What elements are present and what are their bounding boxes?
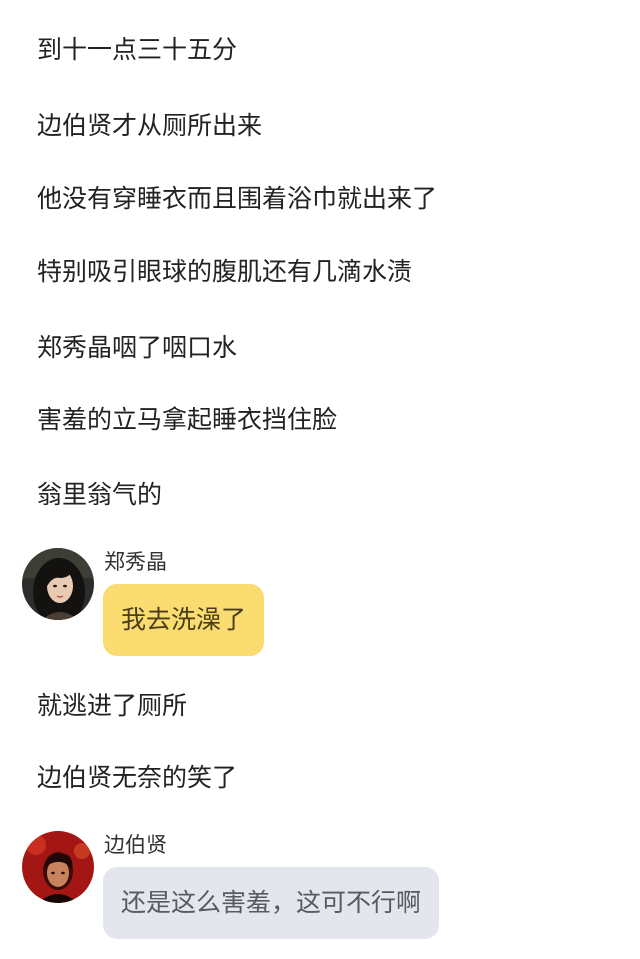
story-line: 郑秀晶咽了咽口水 (37, 333, 238, 362)
message-bubble: 我去洗澡了 (103, 584, 265, 656)
story-line: 特别吸引眼球的腹肌还有几滴水渍 (37, 257, 413, 286)
story-line: 到十一点三十五分 (37, 35, 238, 64)
message-bubble: 还是这么害羞，这可不行啊 (103, 867, 440, 939)
avatar[interactable] (22, 548, 94, 620)
sender-name: 郑秀晶 (104, 550, 167, 574)
female-avatar-photo-icon (22, 548, 94, 620)
story-line: 边伯贤无奈的笑了 (37, 763, 238, 792)
male-avatar-photo-icon (22, 831, 94, 903)
sender-name: 边伯贤 (104, 833, 167, 857)
story-line: 边伯贤才从厕所出来 (37, 111, 263, 140)
avatar[interactable] (22, 831, 94, 903)
story-line: 就逃进了厕所 (37, 691, 188, 720)
story-line: 他没有穿睡衣而且围着浴巾就出来了 (37, 184, 438, 213)
story-line: 翁里翁气的 (37, 480, 163, 509)
story-line: 害羞的立马拿起睡衣挡住脸 (37, 405, 338, 434)
